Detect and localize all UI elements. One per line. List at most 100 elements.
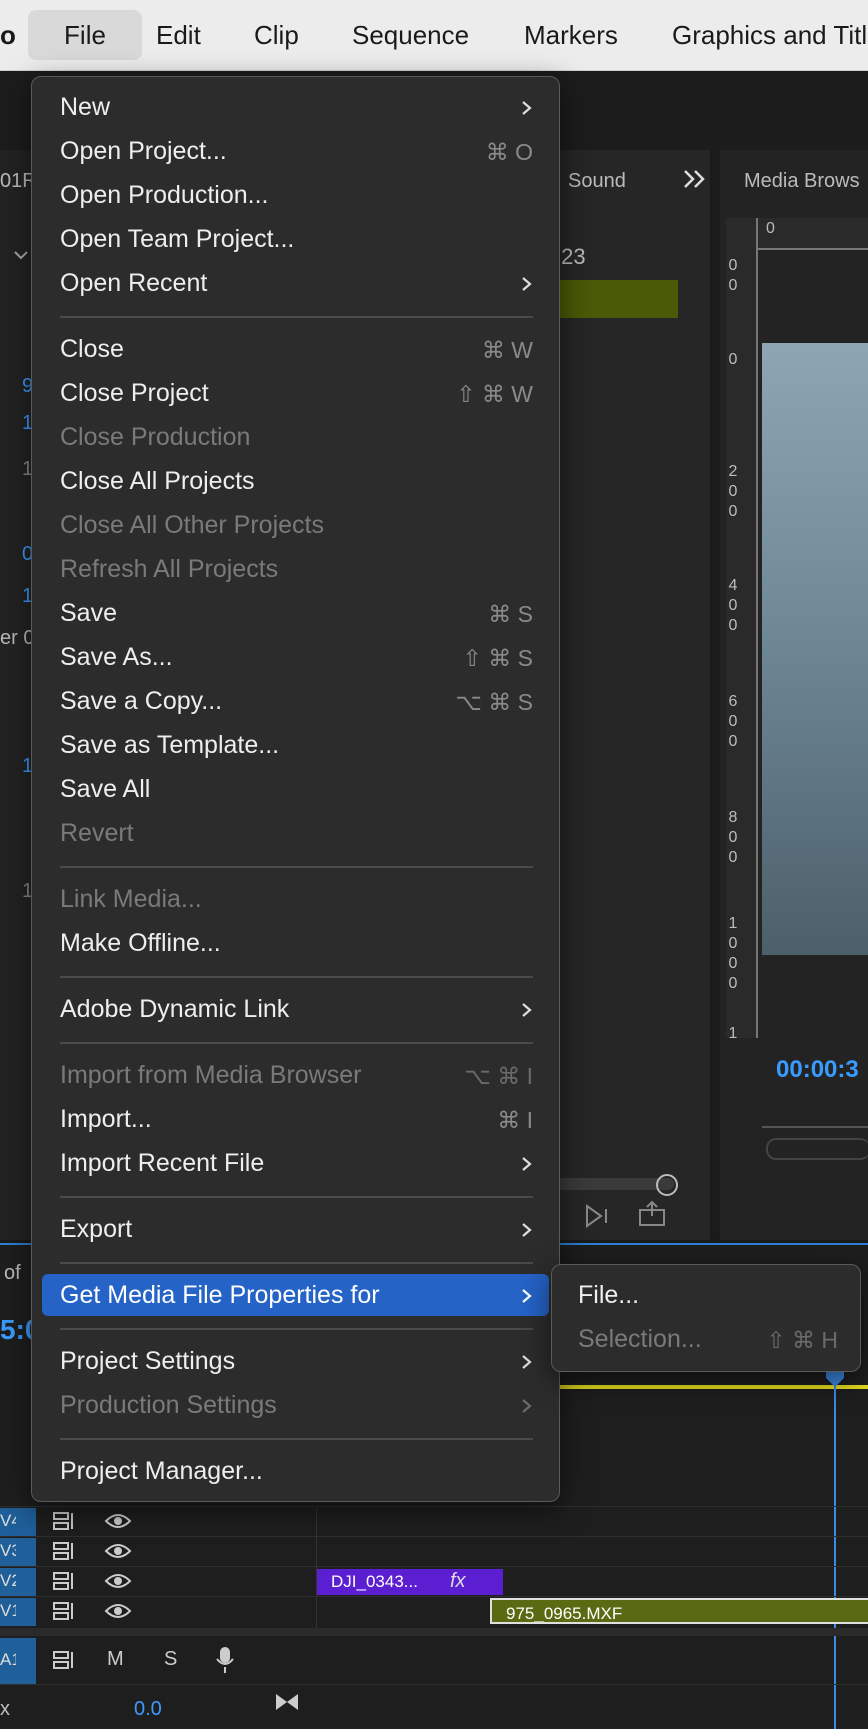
shortcut-import-from-media-browser: ⌥ ⌘ I bbox=[464, 1063, 533, 1089]
preview-zoom-bar[interactable] bbox=[766, 1138, 868, 1160]
menu-item-new[interactable]: New bbox=[60, 93, 110, 122]
track-toggle-icon[interactable] bbox=[52, 1601, 76, 1626]
video-audio-divider bbox=[0, 1628, 868, 1636]
zoom-handle[interactable] bbox=[656, 1174, 678, 1196]
ruler-mark: 6 bbox=[728, 693, 738, 710]
preview-timecode[interactable]: 00:00:3 bbox=[776, 1056, 859, 1084]
menu-graphics-and-titles[interactable]: Graphics and Titles bbox=[672, 0, 868, 70]
ruler-mark: 0 bbox=[728, 617, 738, 634]
shortcut-save: ⌘ S bbox=[488, 601, 533, 627]
shortcut-open-project: ⌘ O bbox=[485, 139, 533, 165]
shortcut-save-as: ⇧ ⌘ S bbox=[462, 645, 533, 671]
eye-icon[interactable] bbox=[104, 1512, 132, 1535]
sound-tab[interactable]: Sound bbox=[568, 170, 626, 193]
ruler-mark: 4 bbox=[728, 577, 738, 594]
double-chevron-icon[interactable] bbox=[682, 168, 708, 190]
solo-button[interactable]: S bbox=[164, 1648, 177, 1671]
mix-label: x bbox=[0, 1698, 10, 1720]
ruler-mark: 0 bbox=[728, 955, 738, 972]
microphone-icon[interactable] bbox=[214, 1645, 236, 1680]
ruler-mark: 0 bbox=[728, 829, 738, 846]
menu-separator bbox=[60, 1438, 533, 1440]
menu-item-link-media: Link Media... bbox=[60, 885, 202, 913]
track-toggle-icon[interactable] bbox=[52, 1511, 76, 1536]
ruler-mark: 0 bbox=[728, 975, 738, 992]
menu-item-open-project[interactable]: Open Project... bbox=[60, 137, 227, 166]
eye-icon[interactable] bbox=[104, 1602, 132, 1625]
menu-item-export[interactable]: Export bbox=[60, 1215, 132, 1244]
menu-separator bbox=[60, 1042, 533, 1044]
track-label-v2: V2 bbox=[0, 1571, 16, 1590]
ruler-mark: 0 bbox=[728, 713, 738, 730]
track-divider bbox=[0, 1596, 868, 1597]
chevron-right-icon bbox=[519, 1157, 533, 1171]
track-label-v3: V3 bbox=[0, 1541, 16, 1560]
menu-item-open-recent[interactable]: Open Recent bbox=[60, 269, 207, 298]
menu-sequence[interactable]: Sequence bbox=[352, 0, 469, 70]
ruler-mark: 0 bbox=[728, 257, 738, 274]
menu-separator bbox=[60, 1196, 533, 1198]
ruler-mark: 1 bbox=[728, 1025, 738, 1042]
menu-item-close-all-projects[interactable]: Close All Projects bbox=[60, 467, 255, 496]
track-header-divider bbox=[316, 1508, 317, 1628]
ruler-mark: 8 bbox=[728, 809, 738, 826]
track-divider bbox=[0, 1536, 868, 1537]
v1-clip[interactable]: 975_0965.MXF bbox=[490, 1598, 868, 1624]
in-out-range-bar[interactable] bbox=[560, 1385, 868, 1389]
v2-clip[interactable]: DJI_0343... bbox=[317, 1569, 503, 1595]
ruler-mark: 0 bbox=[728, 849, 738, 866]
app-menu-fragment[interactable]: o bbox=[0, 0, 16, 70]
menu-item-save-as-template[interactable]: Save as Template... bbox=[60, 731, 279, 760]
menu-file[interactable]: File bbox=[28, 10, 142, 60]
menu-item-import[interactable]: Import... bbox=[60, 1105, 152, 1134]
track-divider bbox=[0, 1684, 868, 1685]
chevron-right-icon bbox=[519, 1289, 533, 1303]
shortcut-import: ⌘ I bbox=[497, 1107, 533, 1133]
menu-item-open-production[interactable]: Open Production... bbox=[60, 181, 268, 210]
menu-edit[interactable]: Edit bbox=[156, 0, 201, 70]
eye-icon[interactable] bbox=[104, 1542, 132, 1565]
track-toggle-icon[interactable] bbox=[52, 1571, 76, 1596]
menu-item-project-settings[interactable]: Project Settings bbox=[60, 1347, 235, 1376]
menu-separator bbox=[60, 316, 533, 318]
menu-item-project-manager[interactable]: Project Manager... bbox=[60, 1457, 263, 1486]
menu-separator bbox=[60, 866, 533, 868]
ruler-mark: 1 bbox=[728, 915, 738, 932]
ruler-mark: 0 bbox=[728, 351, 738, 368]
menu-item-make-offline[interactable]: Make Offline... bbox=[60, 929, 221, 958]
bowtie-icon[interactable] bbox=[274, 1692, 300, 1717]
media-browser-tab[interactable]: Media Brows bbox=[744, 170, 860, 193]
zoom-scrollbar[interactable] bbox=[540, 1178, 674, 1190]
ruler-mark: 0 bbox=[728, 733, 738, 750]
menu-item-adobe-dynamic-link[interactable]: Adobe Dynamic Link bbox=[60, 995, 289, 1024]
mute-button[interactable]: M bbox=[107, 1648, 124, 1671]
preview-scrub-track bbox=[762, 1126, 868, 1128]
menu-item-save[interactable]: Save bbox=[60, 599, 117, 628]
track-toggle-icon[interactable] bbox=[52, 1650, 76, 1675]
menu-item-get-media-file-properties[interactable]: Get Media File Properties for bbox=[60, 1281, 380, 1310]
menu-item-revert: Revert bbox=[60, 819, 134, 847]
menu-item-open-team-project[interactable]: Open Team Project... bbox=[60, 225, 294, 254]
track-label-a1: A1 bbox=[0, 1650, 16, 1669]
chevron-down-icon[interactable] bbox=[14, 248, 28, 262]
menu-item-close[interactable]: Close bbox=[60, 335, 124, 364]
audio-icon[interactable] bbox=[584, 1203, 614, 1229]
menu-item-import-recent-file[interactable]: Import Recent File bbox=[60, 1149, 264, 1178]
track-toggle-icon[interactable] bbox=[52, 1541, 76, 1566]
menu-bar: o File Edit Clip Sequence Markers Graphi… bbox=[0, 0, 868, 71]
fx-badge[interactable]: fx bbox=[450, 1570, 466, 1593]
ruler-mark: 2 bbox=[728, 463, 738, 480]
menu-item-save-as[interactable]: Save As... bbox=[60, 643, 173, 672]
export-frame-icon[interactable] bbox=[638, 1200, 668, 1228]
shortcut-close: ⌘ W bbox=[481, 337, 533, 363]
menu-markers[interactable]: Markers bbox=[524, 0, 618, 70]
playhead-icon[interactable] bbox=[824, 1370, 846, 1388]
playhead-line[interactable] bbox=[834, 1370, 836, 1729]
eye-icon[interactable] bbox=[104, 1572, 132, 1595]
submenu-item-file[interactable]: File... bbox=[578, 1281, 639, 1310]
menu-item-close-project[interactable]: Close Project bbox=[60, 379, 209, 408]
menu-item-save-a-copy[interactable]: Save a Copy... bbox=[60, 687, 222, 716]
mix-value[interactable]: 0.0 bbox=[134, 1698, 162, 1721]
menu-item-save-all[interactable]: Save All bbox=[60, 775, 150, 804]
menu-clip[interactable]: Clip bbox=[254, 0, 299, 70]
